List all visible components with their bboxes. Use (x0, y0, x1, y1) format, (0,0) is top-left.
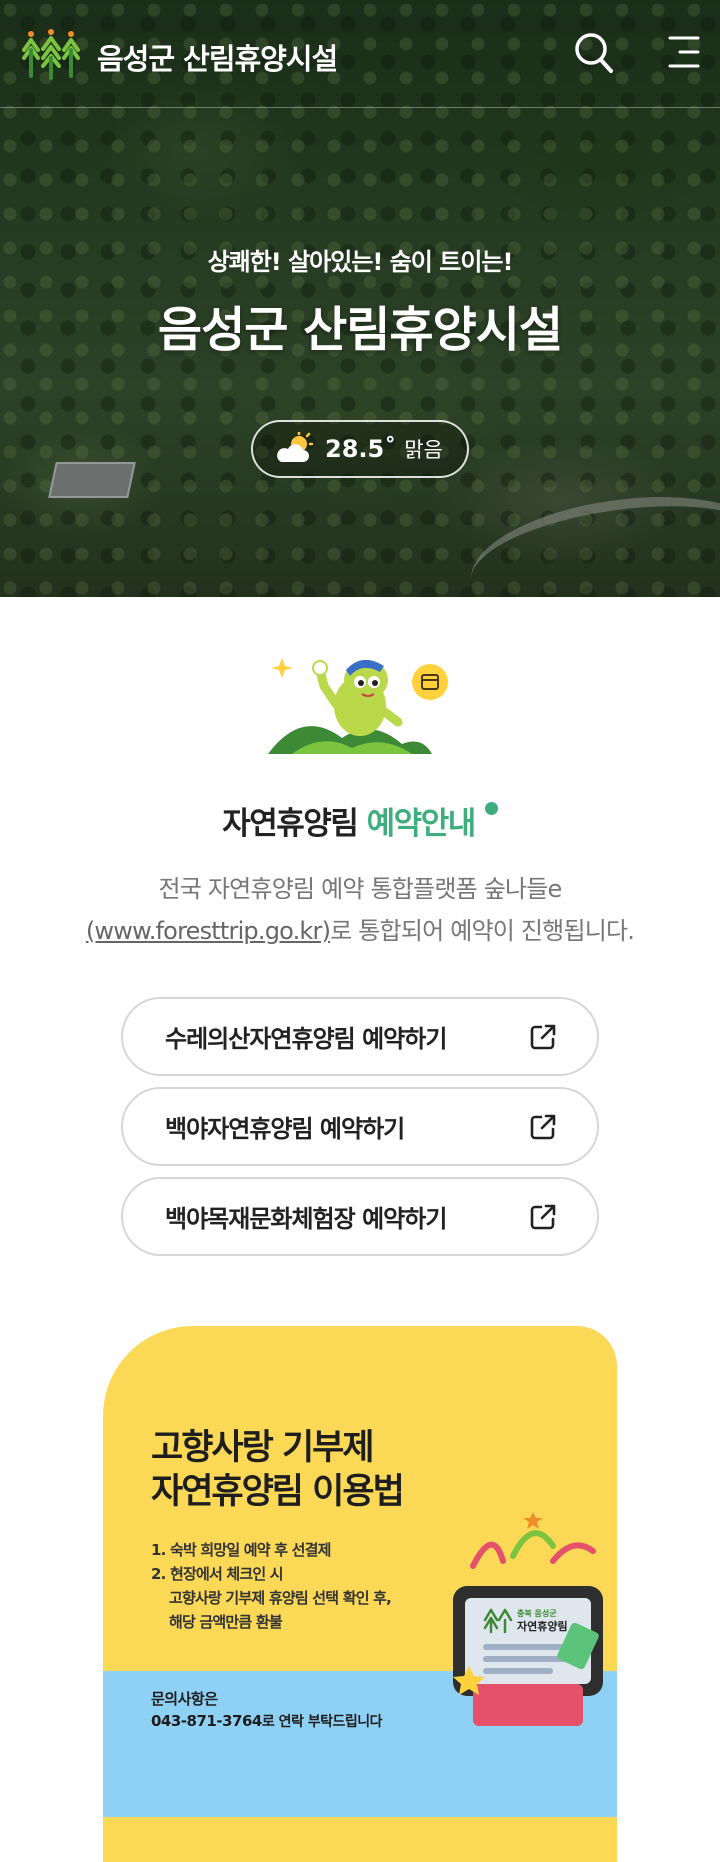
hero-section: 음성군 산림휴양시설 상쾌한! 살아있는! 숨이 트이는! 음성군 산림휴양시설… (0, 0, 720, 597)
banner-contact: 문의사항은 043-871-3764로 연락 부탁드립니다 (151, 1688, 383, 1733)
banner-contact-suffix: 로 연락 부탁드립니다 (261, 1714, 383, 1730)
foresttrip-link[interactable]: (www.foresttrip.go.kr) (86, 917, 331, 945)
site-title[interactable]: 음성군 산림휴양시설 (97, 36, 338, 78)
weather-condition: 맑음 (404, 438, 443, 462)
external-link-icon (530, 1114, 556, 1139)
reservation-button-list: 수레의산자연휴양림 예약하기 백야자연휴양림 예약하기 백야목재문화체험장 예약… (121, 997, 599, 1267)
title-dot-icon (484, 802, 498, 815)
banner-title: 고향사랑 기부제 자연휴양림 이용법 (151, 1426, 405, 1514)
banner-steps: 1. 숙박 희망일 예약 후 선결제 2. 현장에서 체크인 시 고향사랑 기부… (151, 1538, 392, 1634)
reservation-title: 자연휴양림 예약안내 (0, 798, 720, 843)
turtle-mascot-illustration (268, 658, 448, 754)
forest-logo-icon[interactable] (22, 28, 80, 80)
reservation-desc-line2: (www.foresttrip.go.kr)로 통합되어 예약이 진행됩니다. (0, 910, 720, 952)
reservation-title-main: 자연휴양림 (222, 806, 367, 842)
banner-title-line2: 자연휴양림 이용법 (151, 1472, 405, 1512)
kiosk-label: 자연휴양림 (517, 1619, 568, 1633)
reserve-button-label: 백야목재문화체험장 예약하기 (165, 1205, 447, 1233)
reservation-desc-line1: 전국 자연휴양림 예약 통합플랫폼 숲나들e (158, 875, 562, 903)
banner-step-2-detail1: 고향사랑 기부제 휴양림 선택 확인 후, (169, 1589, 392, 1607)
reservation-desc-rest: 로 통합되어 예약이 진행됩니다. (330, 917, 635, 945)
external-link-icon (530, 1024, 556, 1049)
site-header: 음성군 산림휴양시설 (0, 0, 720, 108)
reserve-button-label: 수레의산자연휴양림 예약하기 (165, 1025, 447, 1053)
weather-badge: 28.5˚ 맑음 (251, 420, 469, 478)
hero-subtitle: 상쾌한! 살아있는! 숨이 트이는! (207, 248, 514, 276)
banner-step-2: 2. 현장에서 체크인 시 (151, 1565, 284, 1583)
reservation-title-accent: 예약안내 (366, 806, 477, 842)
hero-title: 음성군 산림휴양시설 (157, 302, 563, 358)
kiosk-label-small: 충북 음성군 (517, 1608, 557, 1618)
sun-cloud-icon (277, 432, 313, 462)
kiosk-illustration: 충북 음성군 자연휴양림 (453, 1512, 603, 1726)
reserve-baekya-button[interactable]: 백야자연휴양림 예약하기 (121, 1087, 599, 1166)
external-link-icon (530, 1204, 556, 1229)
banner-contact-label: 문의사항은 (151, 1690, 218, 1708)
hometown-donation-banner[interactable]: 고향사랑 기부제 자연휴양림 이용법 1. 숙박 희망일 예약 후 선결제 2.… (103, 1326, 617, 1862)
reserve-sureuisan-button[interactable]: 수레의산자연휴양림 예약하기 (121, 997, 599, 1076)
banner-step-2-detail2: 해당 금액만큼 환불 (169, 1613, 283, 1631)
banner-contact-phone: 043-871-3764 (151, 1712, 262, 1730)
hamburger-menu-icon[interactable] (664, 34, 700, 70)
search-icon[interactable] (574, 32, 614, 74)
banner-title-line1: 고향사랑 기부제 (151, 1428, 375, 1468)
weather-temperature: 28.5˚ (325, 435, 397, 463)
reservation-description: 전국 자연휴양림 예약 통합플랫폼 숲나들e (www.foresttrip.g… (0, 868, 720, 952)
reserve-baekya-wood-culture-button[interactable]: 백야목재문화체험장 예약하기 (121, 1177, 599, 1256)
banner-step-1: 1. 숙박 희망일 예약 후 선결제 (151, 1541, 331, 1559)
reserve-button-label: 백야자연휴양림 예약하기 (165, 1115, 405, 1143)
